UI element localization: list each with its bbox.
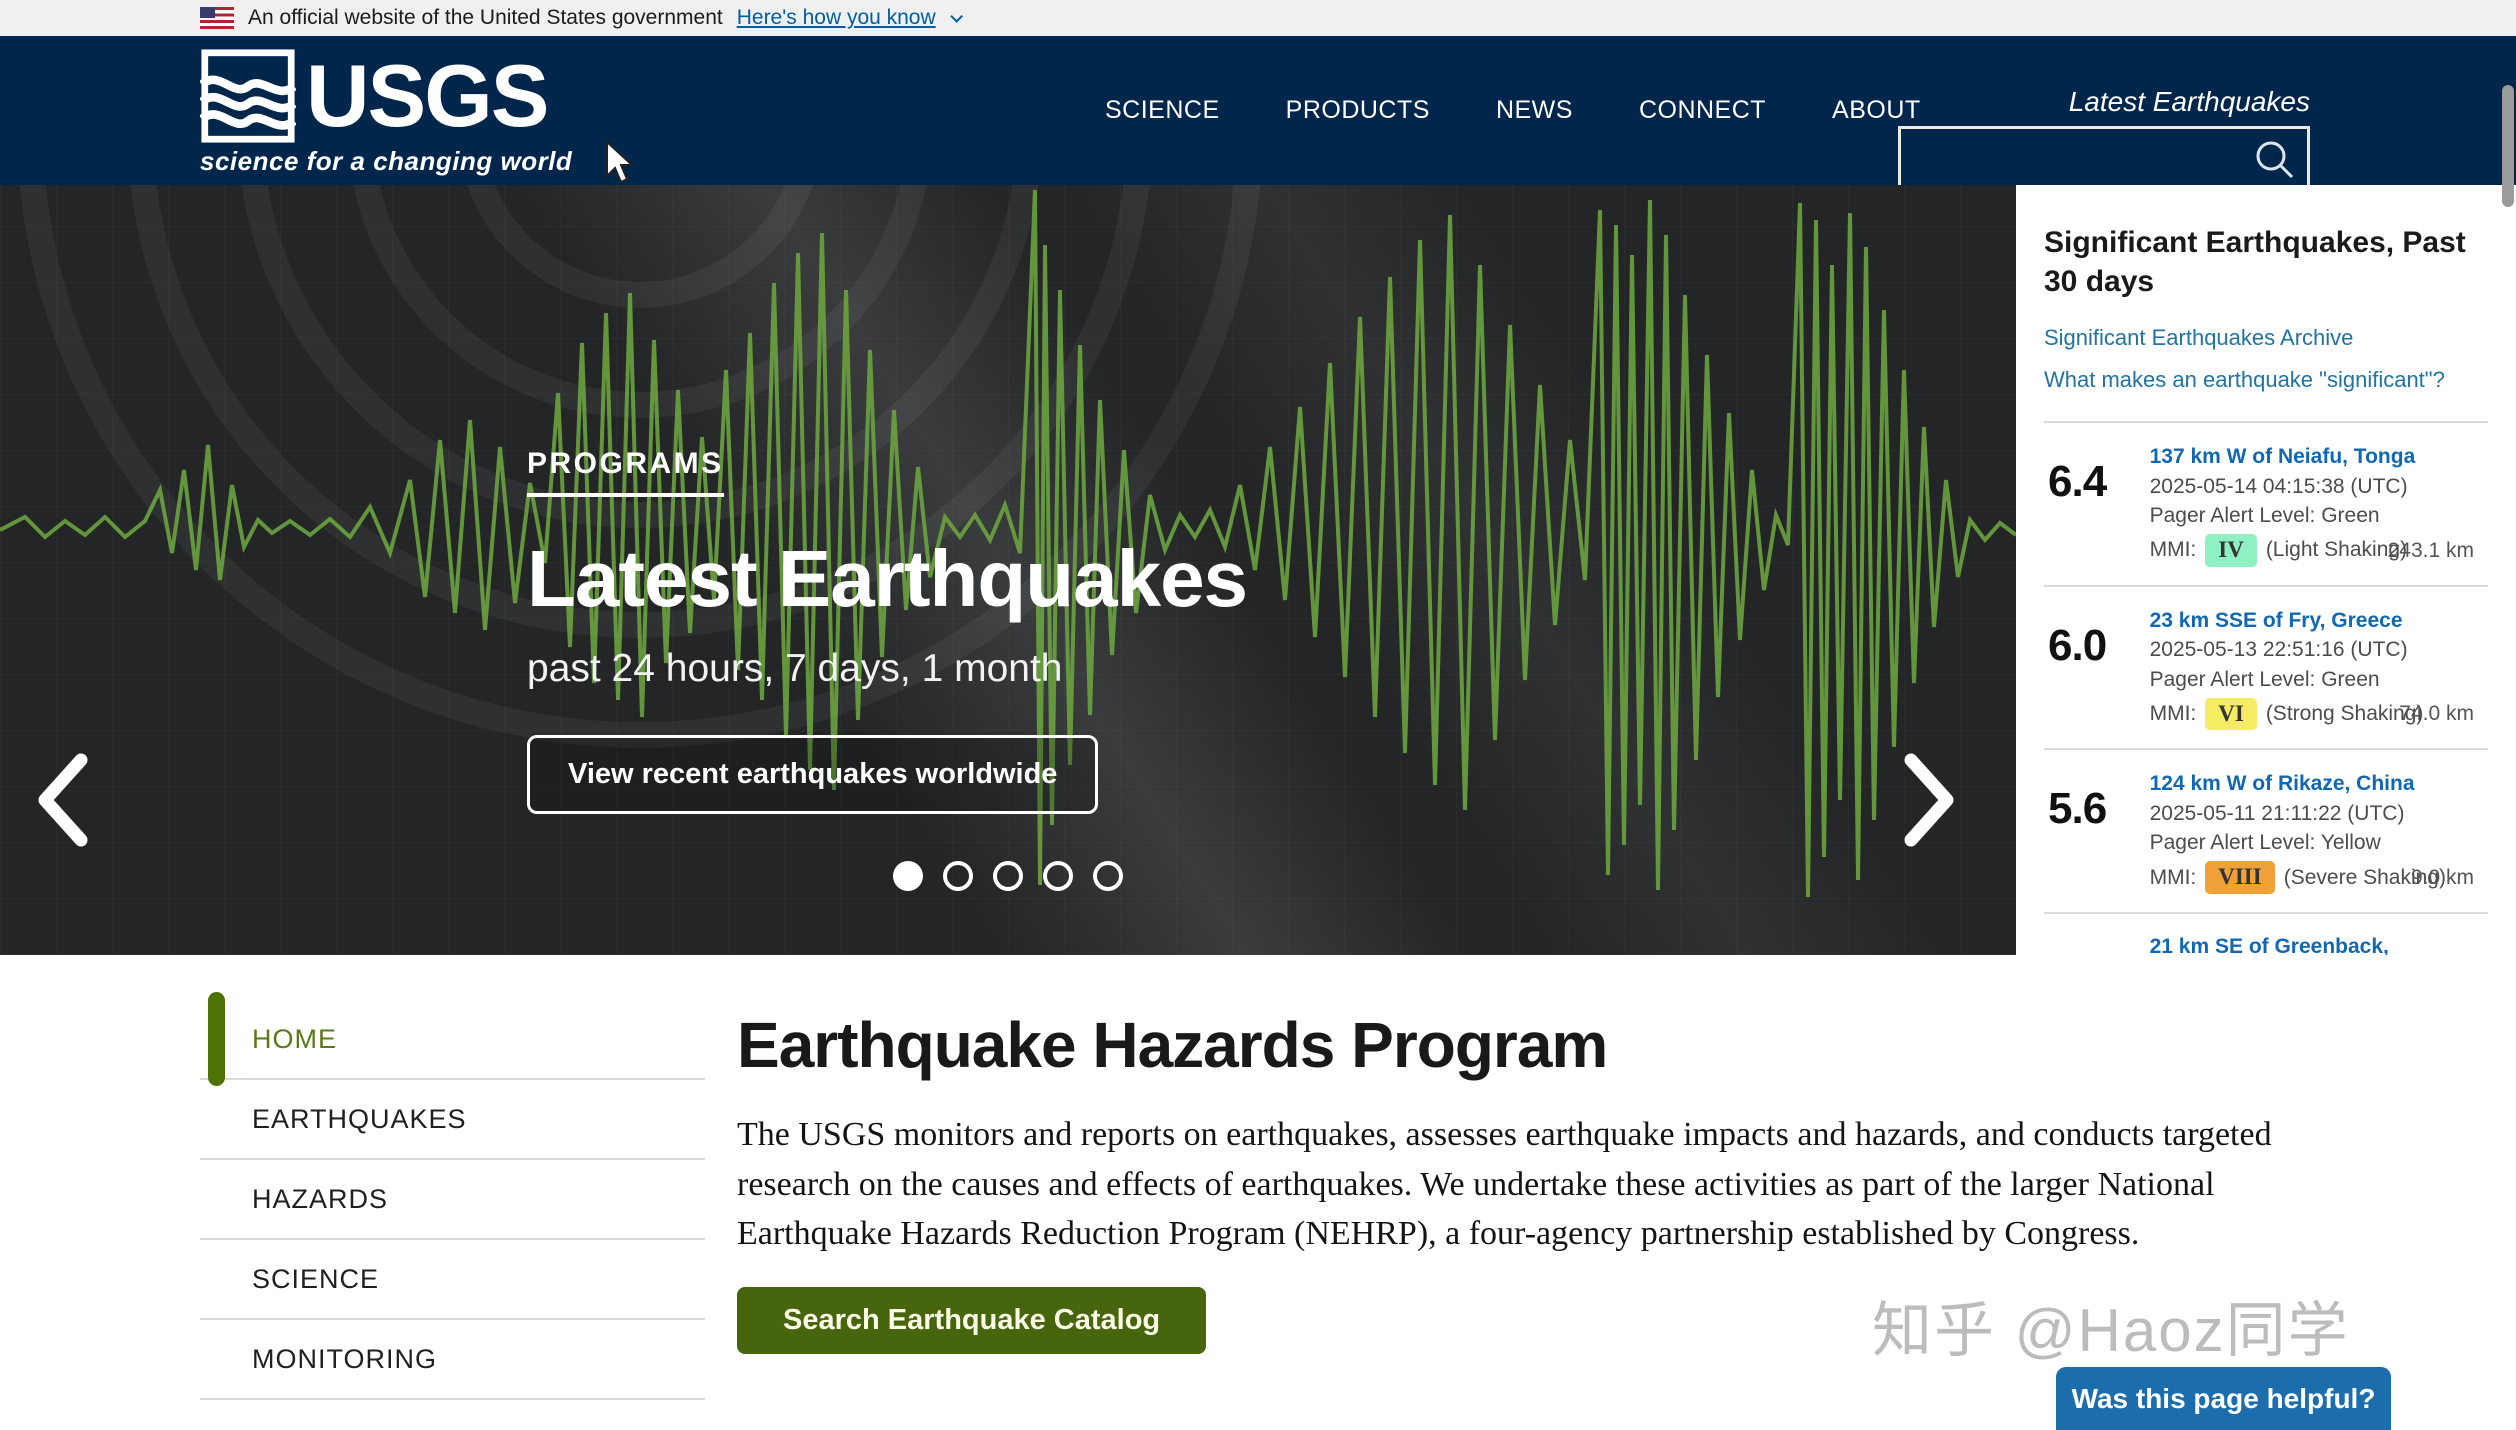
panel-title: Significant Earthquakes, Past 30 days [2044,223,2504,301]
chevron-right-icon [1899,752,1959,848]
earthquake-row: 6.0 23 km SSE of Fry, Greece 2025-05-13 … [2044,585,2488,749]
site-search-box[interactable] [1898,126,2310,188]
logo-tagline: science for a changing world [200,146,572,177]
sidenav-earthquakes[interactable]: EARTHQUAKES [200,1080,705,1160]
view-recent-earthquakes-button[interactable]: View recent earthquakes worldwide [527,735,1098,814]
carousel-prev-button[interactable] [18,745,108,855]
mmi-badge: IV [2205,534,2257,566]
pager-alert-level: Pager Alert Level: Green [2150,666,2488,694]
significant-earthquakes-panel: Significant Earthquakes, Past 30 days Si… [2016,185,2516,955]
what-is-significant-link[interactable]: What makes an earthquake "significant"? [2044,367,2488,393]
nav-connect[interactable]: CONNECT [1639,96,1766,125]
page-helpful-button[interactable]: Was this page helpful? [2056,1367,2391,1430]
program-description: The USGS monitors and reports on earthqu… [737,1110,2332,1259]
carousel-dots [0,861,2016,891]
latest-earthquakes-link[interactable]: Latest Earthquakes [1898,86,2310,118]
earthquake-time: 2025-05-13 22:51:16 (UTC) [2150,636,2488,664]
search-earthquake-catalog-button[interactable]: Search Earthquake Catalog [737,1287,1206,1354]
gov-banner: An official website of the United States… [0,0,2516,36]
search-icon[interactable] [2251,137,2297,183]
hero-content: PROGRAMS Latest Earthquakes past 24 hour… [527,447,1247,814]
earthquake-location-link[interactable]: 137 km W of Neiafu, Tonga [2150,444,2416,470]
programs-link[interactable]: PROGRAMS [527,447,724,497]
sidenav-home[interactable]: HOME [200,1000,705,1080]
carousel-dot-4[interactable] [1043,861,1073,891]
pager-alert-level: Pager Alert Level: Yellow [2150,829,2488,857]
search-input[interactable] [1901,129,2307,185]
gov-banner-text: An official website of the United States… [248,6,723,30]
earthquake-row: 6.4 137 km W of Neiafu, Tonga 2025-05-14… [2044,421,2488,585]
earthquake-depth: 74.0 km [2399,702,2474,726]
sidenav-education[interactable]: EDUCATION [200,1400,705,1430]
earthquake-depth: 243.1 km [2388,539,2474,563]
nav-science[interactable]: SCIENCE [1105,96,1220,125]
earthquake-location-link[interactable]: 124 km W of Rikaze, China [2150,771,2415,797]
logo-wordmark: USGS [306,52,547,140]
nav-news[interactable]: NEWS [1496,96,1573,125]
earthquake-time: 2025-05-14 04:15:38 (UTC) [2150,473,2488,501]
us-flag-icon [200,7,234,29]
sidenav-monitoring[interactable]: MONITORING [200,1320,705,1400]
earthquakes-archive-link[interactable]: Significant Earthquakes Archive [2044,325,2488,351]
carousel-dot-2[interactable] [943,861,973,891]
page-title: Earthquake Hazards Program [737,1008,2332,1082]
header-search-area: Latest Earthquakes [1898,86,2310,188]
magnitude: 6.0 [2048,607,2136,731]
earthquake-row: 5.6 124 km W of Rikaze, China 2025-05-11… [2044,748,2488,912]
section-nav: HOME EARTHQUAKES HAZARDS SCIENCE MONITOR… [200,1000,705,1430]
mmi-label: MMI: [2150,700,2197,728]
usgs-wave-icon [200,48,296,144]
how-you-know-link[interactable]: Here's how you know [737,6,936,30]
hero-subtitle: past 24 hours, 7 days, 1 month [527,647,1247,691]
hero-carousel: PROGRAMS Latest Earthquakes past 24 hour… [0,185,2016,955]
magnitude: 4.1 [2048,934,2136,955]
earthquake-location-link[interactable]: 21 km SE of Greenback, Tennessee [2150,934,2488,955]
mmi-badge: VI [2205,698,2257,730]
earthquake-time: 2025-05-11 21:11:22 (UTC) [2150,800,2488,828]
earthquake-list: 6.4 137 km W of Neiafu, Tonga 2025-05-14… [2044,421,2488,955]
carousel-dot-3[interactable] [993,861,1023,891]
carousel-dot-5[interactable] [1093,861,1123,891]
sidenav-science[interactable]: SCIENCE [200,1240,705,1320]
earthquake-row: 4.1 21 km SE of Greenback, Tennessee 202… [2044,912,2488,955]
scrollbar-thumb[interactable] [2502,85,2514,207]
earthquake-location-link[interactable]: 23 km SSE of Fry, Greece [2150,608,2403,634]
nav-products[interactable]: PRODUCTS [1286,96,1430,125]
active-indicator-bar [208,992,225,1086]
carousel-dot-1[interactable] [893,861,923,891]
magnitude: 5.6 [2048,770,2136,894]
pager-alert-level: Pager Alert Level: Green [2150,502,2488,530]
mmi-label: MMI: [2150,536,2197,564]
shaking-level: (Light Shaking) [2266,536,2407,564]
primary-nav: SCIENCE PRODUCTS NEWS CONNECT ABOUT [1105,36,1921,185]
mmi-badge: VIII [2205,861,2274,893]
usgs-homepage: An official website of the United States… [0,0,2516,1430]
magnitude: 6.4 [2048,443,2136,567]
sidenav-hazards[interactable]: HAZARDS [200,1160,705,1240]
usgs-logo[interactable]: USGS science for a changing world [200,48,572,177]
chevron-down-icon [950,10,963,23]
page-scrollbar[interactable] [2500,0,2516,1430]
mmi-label: MMI: [2150,864,2197,892]
earthquake-depth: 9.0 km [2411,866,2474,890]
chevron-left-icon [33,752,93,848]
site-header: USGS science for a changing world SCIENC… [0,36,2516,185]
hero-title: Latest Earthquakes [527,533,1247,625]
carousel-next-button[interactable] [1884,745,1974,855]
article: Earthquake Hazards Program The USGS moni… [737,1008,2332,1354]
